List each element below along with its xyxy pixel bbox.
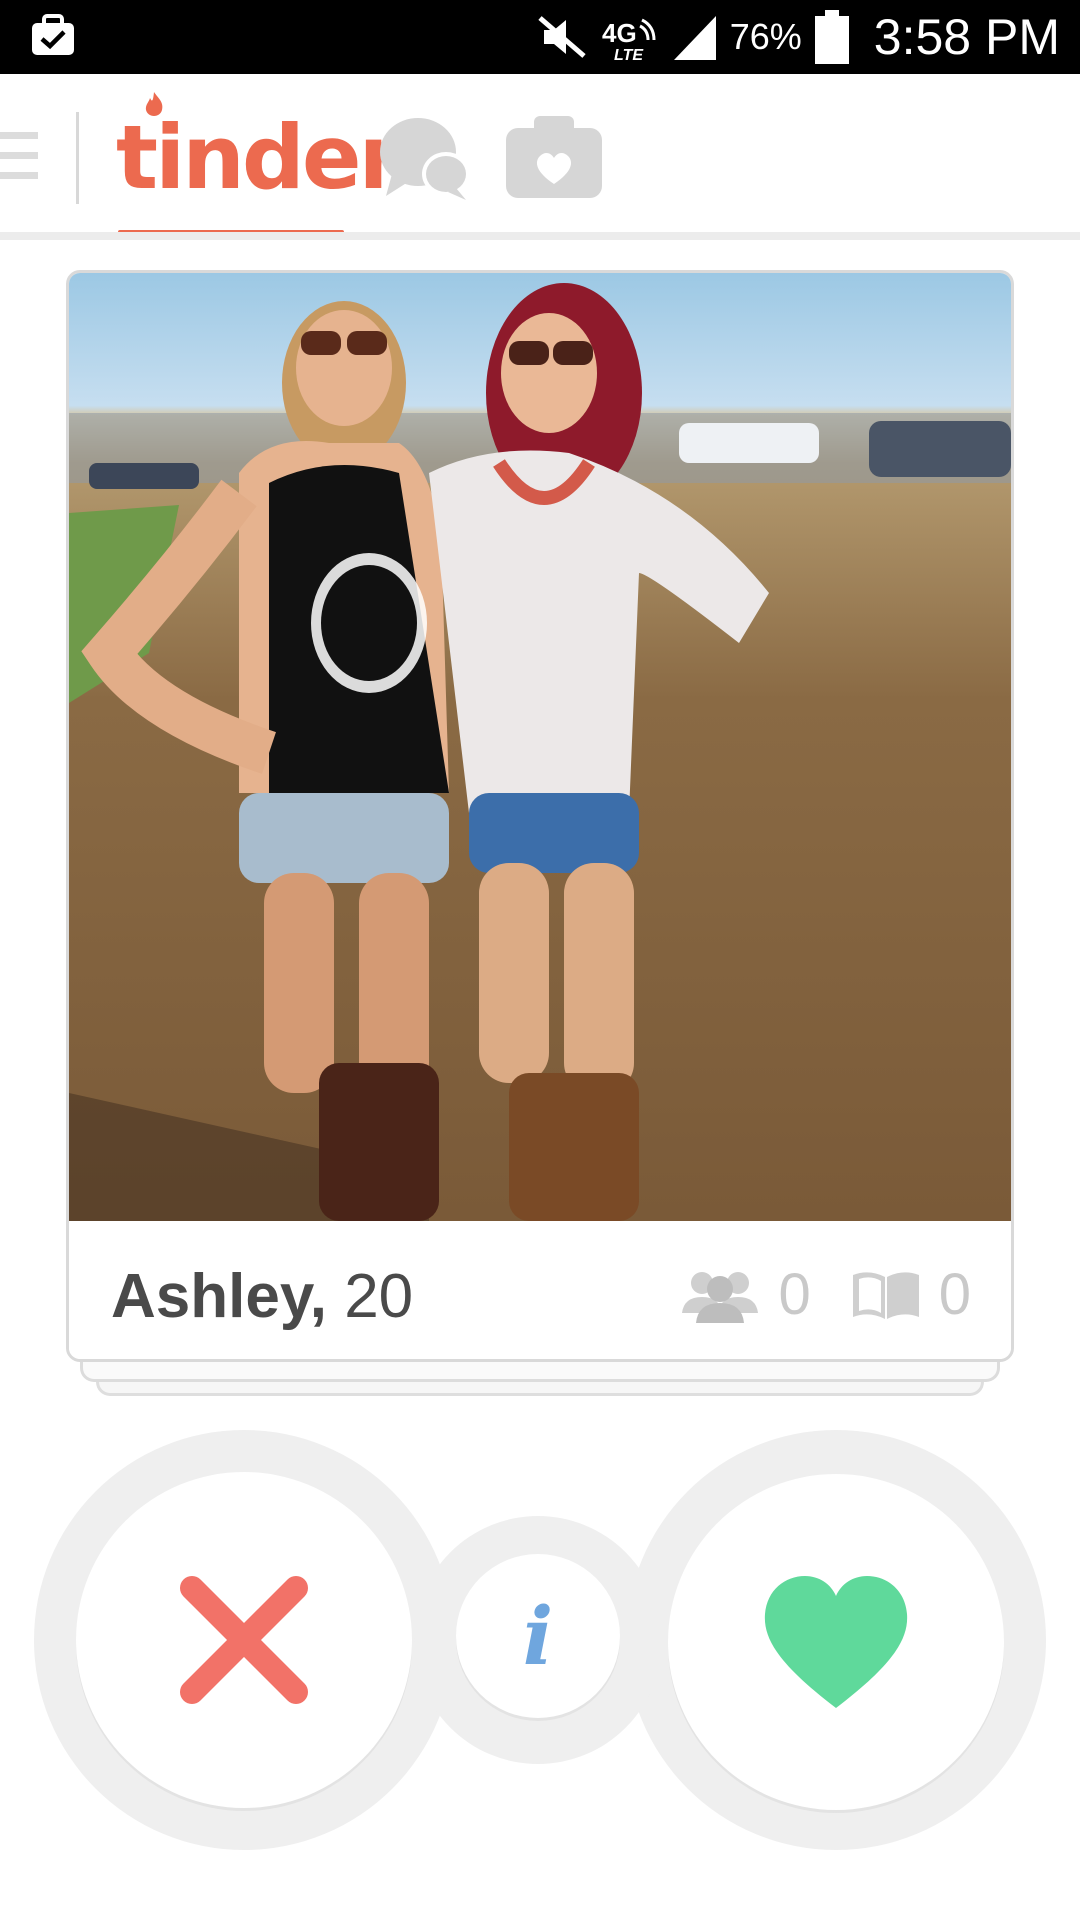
profile-name: Ashley, 20: [111, 1261, 413, 1332]
profile-card[interactable]: Ashley, 20 0 0: [66, 270, 1014, 1362]
menu-icon[interactable]: [0, 128, 40, 184]
svg-text:LTE: LTE: [614, 47, 644, 62]
status-bar: 4G LTE 76% 3:58 PM: [0, 0, 1080, 74]
profile-photo[interactable]: [69, 273, 1011, 1221]
mutual-friends-icon: [682, 1271, 759, 1323]
header-bottom-rule: [0, 232, 1080, 240]
info-button[interactable]: i: [456, 1554, 620, 1718]
profile-photo-illustration: [69, 283, 1011, 1221]
briefcase-check-icon: [32, 14, 74, 55]
profile-first-name: Ashley,: [111, 1262, 327, 1331]
svg-text:4G: 4G: [602, 18, 637, 48]
mutual-friends-count: 0: [778, 1262, 811, 1327]
signal-strength-icon: [673, 16, 716, 60]
camera-heart-icon[interactable]: [506, 116, 602, 198]
clock: 3:58 PM: [873, 9, 1060, 65]
network-4g-lte-icon: 4G LTE: [602, 18, 656, 62]
mute-icon: [538, 16, 586, 58]
card-stats: 0 0: [680, 1261, 971, 1328]
shared-interests-count: 0: [938, 1262, 971, 1327]
close-x-icon: [180, 1576, 308, 1704]
battery-percent: 76%: [729, 16, 802, 57]
logo-text: tinder: [116, 106, 402, 209]
profile-age: 20: [344, 1262, 414, 1331]
heart-icon: [764, 1576, 908, 1708]
chat-bubbles-icon[interactable]: [378, 114, 472, 204]
card-footer: Ashley, 20 0 0: [69, 1221, 1011, 1359]
battery-icon: [814, 10, 849, 64]
book-icon: [852, 1271, 919, 1319]
flame-icon: [145, 92, 163, 116]
header-divider: [76, 112, 79, 204]
app-header: tinder: [0, 74, 1080, 238]
tinder-logo-tab[interactable]: tinder: [116, 92, 402, 202]
nope-button[interactable]: [76, 1472, 412, 1808]
info-icon: i: [522, 1589, 554, 1683]
like-button[interactable]: [668, 1474, 1004, 1810]
